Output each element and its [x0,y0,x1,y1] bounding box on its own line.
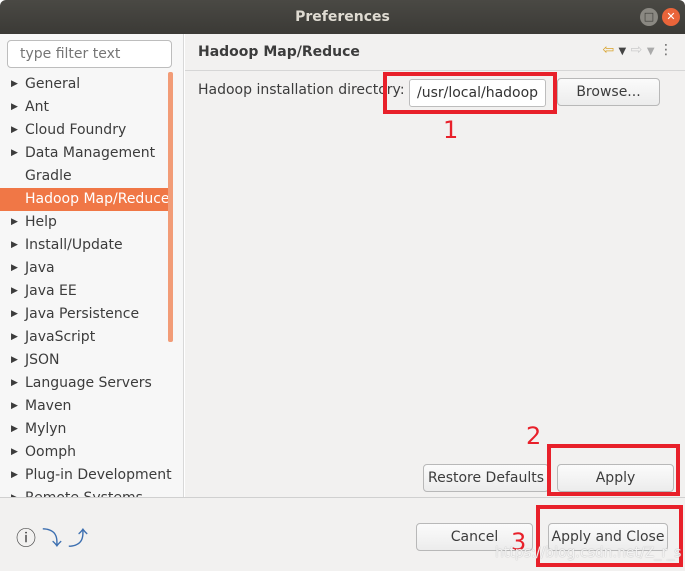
expand-triangle-icon[interactable]: ▶ [11,418,18,441]
filter-input[interactable] [7,40,172,68]
tree-item[interactable]: Hadoop Map/Reduce [0,188,170,211]
annotation-number-2: 2 [526,422,542,450]
tree-item[interactable]: ▶ Data Management [0,142,168,165]
import-icon[interactable]: ⤵ [42,522,62,551]
back-arrow-icon[interactable]: ⇦ [602,42,614,58]
nav-buttons: ⇦ ▼ ⇨ ▼ ⋮ [602,42,673,58]
tree-item-label: JSON [25,352,60,368]
tree-item-label: Plug-in Development [25,467,172,483]
tree-item-label: Cloud Foundry [25,122,127,138]
tree-item[interactable]: Gradle [0,165,168,188]
annotation-box-1 [383,72,557,114]
window-title: Preferences [295,9,390,25]
tree-item[interactable]: ▶ Help [0,211,168,234]
scrollbar[interactable] [168,72,173,342]
forward-dropdown-icon[interactable]: ▼ [647,46,655,57]
expand-triangle-icon[interactable]: ▶ [11,234,18,257]
tree-item-label: General [25,76,81,92]
expand-triangle-icon[interactable]: ▶ [11,142,18,165]
tree-item[interactable]: ▶ Remote Systems [0,487,168,497]
close-icon[interactable]: ✕ [662,8,680,26]
watermark: https://blog.csdn.net/Z_r_s [495,545,682,561]
forward-arrow-icon[interactable]: ⇨ [631,42,643,58]
annotation-number-1: 1 [443,116,459,144]
export-icon[interactable]: ⤴ [68,522,88,551]
expand-triangle-icon[interactable]: ▶ [11,257,18,280]
hadoop-dir-label: Hadoop installation directory: [198,82,405,98]
tree-item[interactable]: ▶ Language Servers [0,372,168,395]
tree-item[interactable]: ▶ Java [0,257,168,280]
tree-item-label: Ant [25,99,49,115]
tree-item-label: Language Servers [25,375,152,391]
title-bar: Preferences □ ✕ [0,0,685,34]
preference-tree-pane: ▶ General ▶ Ant ▶ Cloud Foundry ▶ Data Manageme… [0,34,184,497]
page-title: Hadoop Map/Reduce [198,44,360,60]
expand-triangle-icon[interactable]: ▶ [11,326,18,349]
tree-item[interactable]: ▶ Ant [0,96,168,119]
tree-item[interactable]: ▶ Oomph [0,441,168,464]
back-dropdown-icon[interactable]: ▼ [619,46,627,57]
tree-item[interactable]: ▶ Cloud Foundry [0,119,168,142]
tree-item-label: Java [25,260,55,276]
restore-defaults-button[interactable]: Restore Defaults [423,464,549,492]
tree-item-label: Hadoop Map/Reduce [25,191,170,207]
expand-triangle-icon[interactable]: ▶ [11,464,18,487]
expand-triangle-icon[interactable]: ▶ [11,96,18,119]
expand-triangle-icon[interactable]: ▶ [11,441,18,464]
menu-icon[interactable]: ⋮ [659,42,673,58]
tree-item-label: Remote Systems [25,490,143,497]
tree-item[interactable]: ▶ JSON [0,349,168,372]
expand-triangle-icon[interactable]: ▶ [11,395,18,418]
help-icon[interactable]: ⓘ [16,522,36,551]
expand-triangle-icon[interactable]: ▶ [11,487,18,497]
expand-triangle-icon[interactable]: ▶ [11,211,18,234]
tree-item-label: Oomph [25,444,76,460]
tree-item-label: Mylyn [25,421,67,437]
tree-item-label: Data Management [25,145,156,161]
maximize-icon[interactable]: □ [640,8,658,26]
tree-item-label: Help [25,214,57,230]
expand-triangle-icon[interactable]: ▶ [11,372,18,395]
tree-item-label: Java EE [25,283,77,299]
browse-button[interactable]: Browse... [557,78,660,106]
expand-triangle-icon[interactable]: ▶ [11,349,18,372]
expand-triangle-icon[interactable]: ▶ [11,280,18,303]
annotation-box-2 [547,444,680,496]
expand-triangle-icon[interactable]: ▶ [11,303,18,326]
tree-item[interactable]: ▶ Plug-in Development [0,464,172,487]
tree-item[interactable]: ▶ JavaScript [0,326,168,349]
tree-item-label: Gradle [25,168,72,184]
tree-item-label: Maven [25,398,72,414]
tree-item[interactable]: ▶ Mylyn [0,418,168,441]
tree-item[interactable]: ▶ Maven [0,395,168,418]
preference-tree: ▶ General ▶ Ant ▶ Cloud Foundry ▶ Data Manageme… [0,73,172,497]
expand-triangle-icon[interactable]: ▶ [11,73,18,96]
tree-item[interactable]: ▶ General [0,73,168,96]
expand-triangle-icon[interactable]: ▶ [11,119,18,142]
tree-item[interactable]: ▶ Install/Update [0,234,168,257]
tree-item-label: Java Persistence [25,306,140,322]
tree-item[interactable]: ▶ Java Persistence [0,303,168,326]
tree-item-label: JavaScript [25,329,96,345]
tree-item-label: Install/Update [25,237,123,253]
divider [185,70,685,71]
tree-item[interactable]: ▶ Java EE [0,280,168,303]
